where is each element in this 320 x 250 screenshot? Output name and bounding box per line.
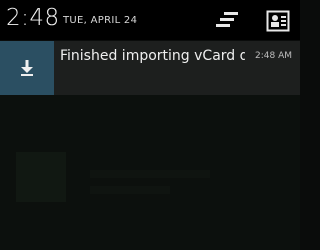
dimmed-background-line	[90, 170, 210, 178]
user-profile-icon[interactable]	[266, 10, 292, 32]
clock-time: 2:48	[6, 5, 60, 31]
dimmed-background-avatar	[16, 152, 66, 202]
notification-card[interactable]: Finished importing vCard ds 2:48 AM	[0, 41, 300, 95]
notification-time: 2:48 AM	[255, 51, 292, 61]
notification-shade-header: 2:48 TUE, APRIL 24	[0, 0, 300, 40]
download-icon	[21, 60, 33, 76]
quick-settings-icon[interactable]	[214, 10, 240, 32]
notification-icon-box	[0, 41, 54, 95]
dimmed-background-line	[90, 186, 170, 194]
clock-date[interactable]: TUE, APRIL 24	[63, 15, 137, 26]
notification-title: Finished importing vCard ds	[60, 48, 245, 64]
